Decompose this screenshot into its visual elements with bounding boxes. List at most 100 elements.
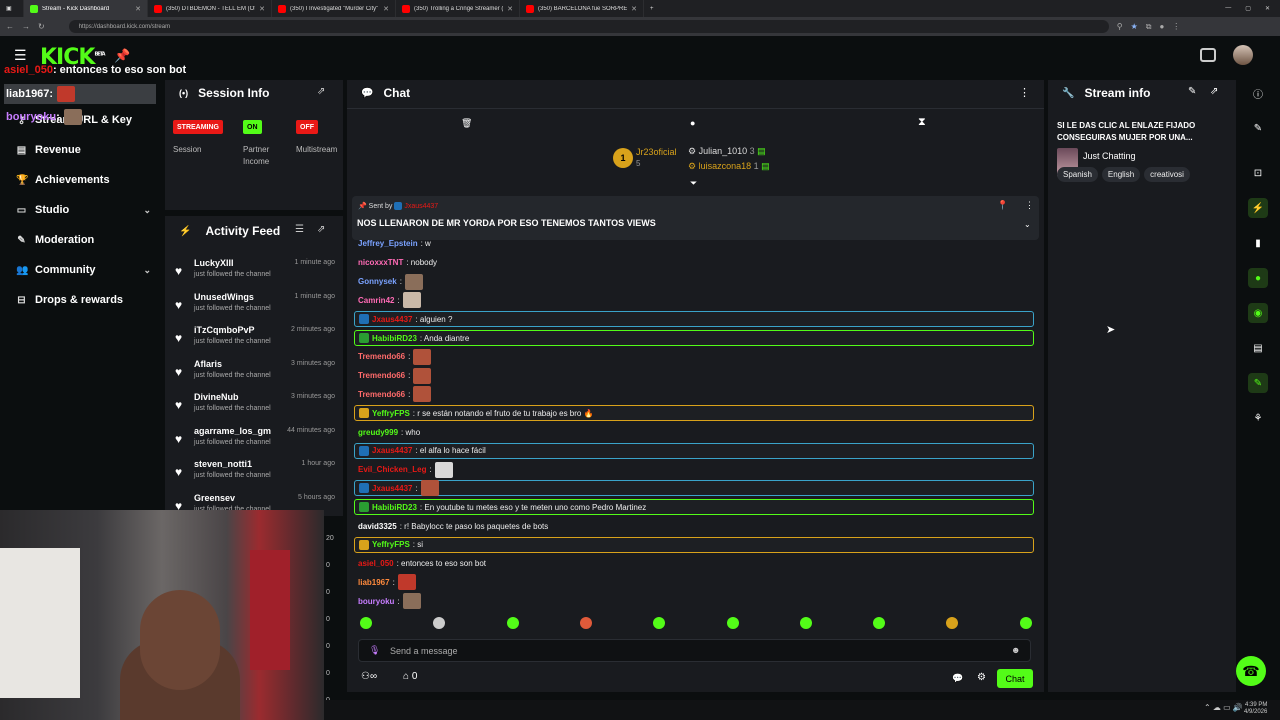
stream-tag[interactable]: creativosi bbox=[1144, 167, 1190, 182]
collapse-icon[interactable]: ⏷ bbox=[690, 178, 697, 189]
sidebar-item[interactable]: ⊟ Drops & rewards bbox=[16, 294, 151, 306]
activity-item[interactable]: ♥ Aflaris 3 minutes ago just followed the c… bbox=[175, 359, 337, 391]
stream-tag[interactable]: English bbox=[1101, 167, 1141, 182]
close-icon[interactable]: ✕ bbox=[1265, 5, 1270, 12]
sidebar-item[interactable]: ▭ Studio ⌄ bbox=[16, 204, 151, 216]
chat-bubble-icon[interactable]: ● bbox=[1248, 268, 1268, 288]
lightning-icon[interactable]: ⚡ bbox=[1248, 198, 1268, 218]
chat-message[interactable]: asiel_050: entonces to eso son bot bbox=[354, 556, 1034, 572]
browser-tab[interactable]: (350) BARCELONA fue SORPRENDI✕ bbox=[520, 0, 644, 17]
edit-icon[interactable]: ✎ bbox=[1188, 86, 1196, 97]
quick-emote-icon[interactable] bbox=[360, 617, 372, 629]
back-icon[interactable]: ← bbox=[6, 22, 14, 31]
hamburger-menu-icon[interactable]: ☰ bbox=[14, 47, 27, 64]
chevron-down-icon[interactable]: ⌄ bbox=[143, 205, 151, 216]
info-icon[interactable]: ⓘ bbox=[1248, 83, 1268, 103]
support-chat-button[interactable]: ☎ bbox=[1236, 656, 1266, 686]
quick-emote-icon[interactable] bbox=[433, 617, 446, 629]
chat-username[interactable]: Jxaus4437 bbox=[372, 446, 412, 455]
quick-emote-icon[interactable] bbox=[726, 617, 739, 629]
activity-item[interactable]: ♥ steven_notti1 1 hour ago just followed th… bbox=[175, 459, 337, 491]
chat-username[interactable]: YeffryFPS bbox=[372, 540, 410, 549]
quick-emote-icon[interactable] bbox=[506, 617, 519, 629]
chat-message[interactable]: liab1967: bbox=[354, 574, 1034, 591]
chat-message[interactable]: Jxaus4437: el alfa lo hace fácil bbox=[354, 442, 1034, 459]
quick-emote-icon[interactable] bbox=[873, 617, 886, 629]
chat-settings-icon[interactable]: ⚙ bbox=[977, 672, 986, 683]
chat-message[interactable]: Jeffrey_Epstein: w bbox=[354, 238, 1034, 248]
tab-close-icon[interactable]: ✕ bbox=[135, 5, 141, 13]
sidebar-item[interactable]: ▤ Revenue bbox=[16, 144, 151, 156]
chat-username[interactable]: nicoxxxTNT bbox=[358, 258, 403, 267]
browser-menu-icon[interactable]: ⋮ bbox=[1172, 22, 1180, 31]
chat-message[interactable]: Tremendo66: bbox=[354, 386, 1034, 403]
quick-emote-icon[interactable] bbox=[1019, 617, 1032, 629]
chat-username[interactable]: Gonnysek bbox=[358, 277, 397, 286]
chat-username[interactable]: david3325 bbox=[358, 522, 397, 531]
chat-message[interactable]: YeffryFPS: si bbox=[354, 536, 1034, 553]
chat-mode-icon[interactable]: ● bbox=[690, 118, 695, 128]
chat-message[interactable]: HabibiRD23: En youtube tu metes eso y te… bbox=[354, 499, 1034, 516]
activity-item[interactable]: ♥ DivineNub 3 minutes ago just followed the… bbox=[175, 392, 337, 424]
forward-icon[interactable]: → bbox=[22, 22, 30, 31]
quick-emote-icon[interactable] bbox=[653, 617, 666, 629]
browser-tab[interactable]: Stream - Kick Dashboard ✕ bbox=[24, 0, 148, 17]
chat-username[interactable]: Evil_Chicken_Leg bbox=[358, 465, 426, 474]
document-icon[interactable]: ▮ bbox=[1248, 233, 1268, 253]
chat-username[interactable]: HabibiRD23 bbox=[372, 334, 417, 343]
chat-username[interactable]: Jxaus4437 bbox=[372, 484, 412, 493]
tab-close-icon[interactable]: ✕ bbox=[383, 5, 389, 13]
chat-message[interactable]: nicoxxxTNT: nobody bbox=[354, 255, 1034, 271]
chat-menu-icon[interactable]: ⋮ bbox=[1019, 86, 1030, 99]
bookmark-star-icon[interactable]: ★ bbox=[1131, 22, 1138, 31]
category-name[interactable]: Just Chatting bbox=[1083, 151, 1136, 161]
sidebar-item[interactable]: 👥 Community ⌄ bbox=[16, 264, 151, 276]
wrench-icon[interactable]: ✎ bbox=[1248, 373, 1268, 393]
chat-username[interactable]: Tremendo66 bbox=[358, 390, 405, 399]
extensions-icon[interactable]: ⧉ bbox=[1146, 22, 1152, 32]
chat-message[interactable]: Jxaus4437: alguien ? bbox=[354, 311, 1034, 328]
edit-pen-icon[interactable]: ✎ bbox=[1248, 118, 1268, 138]
chat-send-button[interactable]: Chat bbox=[997, 669, 1033, 688]
tab-close-icon[interactable]: ✕ bbox=[631, 5, 637, 13]
chevron-down-icon[interactable]: ⌄ bbox=[143, 265, 151, 276]
sidebar-item[interactable]: ✎ Moderation bbox=[16, 234, 151, 246]
chat-username[interactable]: HabibiRD23 bbox=[372, 503, 417, 512]
chat-message[interactable]: greudy999: who bbox=[354, 424, 1034, 440]
chat-username[interactable]: Camrin42 bbox=[358, 296, 394, 305]
pinned-menu-icon[interactable]: ⋮ bbox=[1025, 200, 1034, 211]
chat-message[interactable]: Camrin42: bbox=[354, 292, 1034, 309]
chat-message[interactable]: Jxaus4437: bbox=[354, 480, 1034, 497]
unpin-icon[interactable]: 📍 bbox=[997, 200, 1008, 211]
stream-tag[interactable]: Spanish bbox=[1057, 167, 1098, 182]
trash-icon[interactable]: 🗑 bbox=[461, 118, 472, 129]
maximize-icon[interactable]: ▢ bbox=[1245, 5, 1251, 12]
activity-item[interactable]: ♥ UnusedWings 1 minute ago just followed th… bbox=[175, 292, 337, 324]
layout-icon[interactable]: ⊡ bbox=[1248, 163, 1268, 183]
popout-icon[interactable]: ⇗ bbox=[317, 224, 325, 235]
chat-message[interactable]: Tremendo66: bbox=[354, 367, 1034, 384]
mic-icon[interactable]: 🎙 bbox=[369, 645, 380, 656]
activity-item[interactable]: ♥ agarrame_los_gm 44 minutes ago just follo… bbox=[175, 426, 337, 458]
tab-close-icon[interactable]: ✕ bbox=[259, 5, 265, 13]
popout-icon[interactable]: ⇗ bbox=[317, 86, 325, 97]
store-icon[interactable]: ⌂ 0 bbox=[403, 671, 417, 682]
chat-username[interactable]: liab1967 bbox=[358, 578, 390, 587]
profile-icon[interactable]: ● bbox=[1159, 22, 1164, 31]
chat-username[interactable]: Jeffrey_Epstein bbox=[358, 239, 418, 248]
activity-item[interactable]: ♥ iTzCqmboPvP 2 minutes ago just followed t… bbox=[175, 325, 337, 357]
chat-users-icon[interactable]: 💬 bbox=[952, 673, 963, 684]
browser-tab[interactable]: (350) I Investigated "Murder City" ✕ bbox=[272, 0, 396, 17]
emoji-icon[interactable]: ☻ bbox=[1011, 645, 1020, 655]
avatar[interactable] bbox=[1233, 45, 1253, 65]
zoom-icon[interactable]: ⚲ bbox=[1117, 22, 1123, 31]
filter-icon[interactable]: ☰ bbox=[295, 224, 304, 235]
chat-message[interactable]: HabibiRD23: Anda diantre bbox=[354, 330, 1034, 346]
url-input[interactable]: https://dashboard.kick.com/stream bbox=[68, 20, 1109, 33]
community-icon[interactable]: ⚘ bbox=[1248, 408, 1268, 428]
chat-message[interactable]: david3325: r! Babylocc te paso los paque… bbox=[354, 518, 1034, 534]
pin-icon[interactable]: 📌 bbox=[114, 48, 130, 64]
chat-message[interactable]: Evil_Chicken_Leg: bbox=[354, 461, 1034, 478]
chat-username[interactable]: bouryoku bbox=[358, 597, 394, 606]
chat-message[interactable]: bouryoku: bbox=[354, 593, 1034, 610]
